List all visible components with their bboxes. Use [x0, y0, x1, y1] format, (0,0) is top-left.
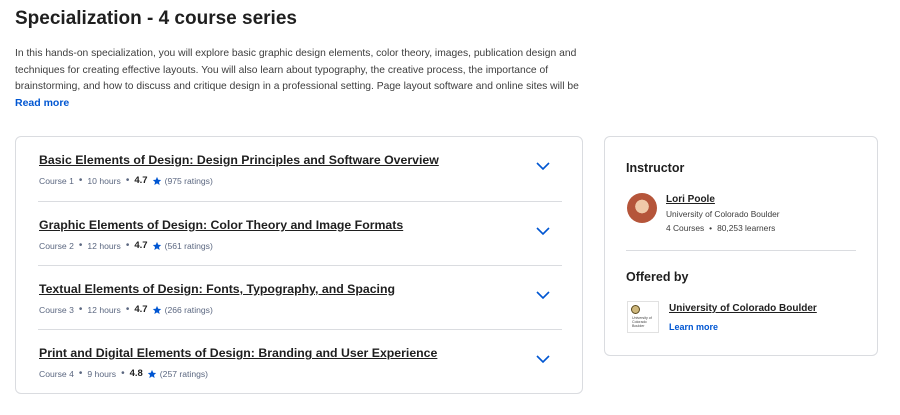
course-ratings-count: (257 ratings) — [159, 368, 209, 379]
course-duration: 12 hours — [87, 304, 121, 315]
course-rating: 4.7 — [134, 240, 148, 251]
description-container: In this hands-on specialization, you wil… — [15, 46, 595, 91]
course-ratings-count: (561 ratings) — [164, 240, 213, 251]
learn-more-link[interactable]: Learn more — [669, 322, 718, 332]
star-icon — [152, 241, 161, 250]
course-rating: 4.7 — [134, 175, 148, 186]
university-logo[interactable]: University of Colorado Boulder — [627, 301, 659, 333]
course-rating: 4.7 — [134, 304, 148, 315]
instructor-learners: 80,253 learners — [717, 223, 776, 233]
course-meta: Course 1 • 10 hours • 4.7 (975 ratings) — [39, 175, 213, 186]
separator-dot: • — [125, 304, 130, 315]
separator-dot: • — [78, 368, 83, 379]
instructor-name-link[interactable]: Lori Poole — [666, 194, 715, 205]
course-meta: Course 2 • 12 hours • 4.7 (561 ratings) — [39, 240, 213, 251]
course-item-1[interactable]: Basic Elements of Design: Design Princip… — [38, 137, 562, 201]
course-duration: 9 hours — [87, 368, 117, 379]
course-number: Course 1 — [39, 175, 74, 186]
logo-text: University of Colorado Boulder — [632, 316, 652, 329]
course-title[interactable]: Textual Elements of Design: Fonts, Typog… — [39, 282, 395, 296]
chevron-down-icon[interactable] — [536, 227, 550, 236]
star-icon — [147, 369, 156, 378]
course-meta: Course 3 • 12 hours • 4.7 (266 ratings) — [39, 304, 213, 315]
star-icon — [152, 305, 161, 314]
description-text: In this hands-on specialization, you wil… — [15, 48, 579, 91]
course-list: Basic Elements of Design: Design Princip… — [15, 136, 583, 394]
chevron-down-icon[interactable] — [536, 162, 550, 171]
offered-by-heading: Offered by — [626, 270, 689, 284]
seal-icon — [631, 305, 640, 314]
chevron-down-icon[interactable] — [536, 291, 550, 300]
separator-dot: • — [125, 240, 130, 251]
separator-dot: • — [125, 175, 130, 186]
separator-dot: • — [709, 223, 713, 233]
separator-dot: • — [78, 175, 83, 186]
course-meta: Course 4 • 9 hours • 4.8 (257 ratings) — [39, 368, 208, 379]
separator-dot: • — [78, 240, 83, 251]
course-title[interactable]: Graphic Elements of Design: Color Theory… — [39, 218, 403, 232]
instructor-stats: 4 Courses • 80,253 learners — [666, 223, 775, 233]
instructor-org: University of Colorado Boulder — [666, 209, 780, 219]
instructor-panel: Instructor Lori Poole University of Colo… — [604, 136, 878, 356]
course-duration: 10 hours — [87, 175, 121, 186]
course-ratings-count: (975 ratings) — [164, 175, 213, 186]
instructor-heading: Instructor — [626, 161, 685, 175]
course-ratings-count: (266 ratings) — [164, 304, 213, 315]
course-title[interactable]: Print and Digital Elements of Design: Br… — [39, 346, 437, 360]
divider — [626, 250, 856, 251]
course-item-4[interactable]: Print and Digital Elements of Design: Br… — [38, 329, 562, 394]
instructor-courses: 4 Courses — [666, 223, 705, 233]
course-number: Course 2 — [39, 240, 74, 251]
course-number: Course 4 — [39, 368, 74, 379]
separator-dot: • — [121, 368, 125, 379]
read-more-link[interactable]: Read more — [15, 97, 69, 109]
course-rating: 4.8 — [129, 368, 143, 379]
course-title[interactable]: Basic Elements of Design: Design Princip… — [39, 153, 439, 167]
chevron-down-icon[interactable] — [536, 355, 550, 364]
course-item-3[interactable]: Textual Elements of Design: Fonts, Typog… — [38, 265, 562, 330]
page-title: Specialization - 4 course series — [15, 8, 297, 29]
separator-dot: • — [78, 304, 83, 315]
course-number: Course 3 — [39, 304, 74, 315]
course-duration: 12 hours — [87, 240, 121, 251]
star-icon — [152, 176, 161, 185]
offered-by-name-link[interactable]: University of Colorado Boulder — [669, 303, 817, 314]
avatar[interactable] — [627, 193, 657, 223]
course-item-2[interactable]: Graphic Elements of Design: Color Theory… — [38, 201, 562, 266]
